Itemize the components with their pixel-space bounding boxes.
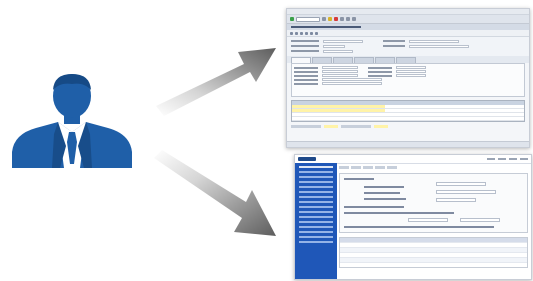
portal-toolbar [339,165,528,170]
system-toolbar [287,15,529,24]
portal-table [339,237,528,268]
back-icon [328,17,332,21]
enter-icon [290,17,294,21]
document-header [287,37,529,56]
status-bar [287,141,529,147]
arrow-down-right-icon [154,150,276,236]
help-icon [352,17,356,21]
print-icon [340,17,344,21]
portal-sidebar [295,163,337,279]
tab-panel [291,63,525,97]
find-icon [346,17,350,21]
web-portal-screenshot [294,154,532,280]
cancel-icon [334,17,338,21]
save-icon [322,17,326,21]
tab-strip [287,56,529,63]
erp-gui-screenshot [286,8,530,148]
arrow-up-right-icon [156,48,276,116]
application-toolbar [287,30,529,37]
command-field [296,16,320,22]
portal-logo [298,157,316,161]
portal-content [339,165,528,277]
item-table [291,100,525,122]
businessman-icon [12,74,132,168]
portal-form [339,173,528,233]
